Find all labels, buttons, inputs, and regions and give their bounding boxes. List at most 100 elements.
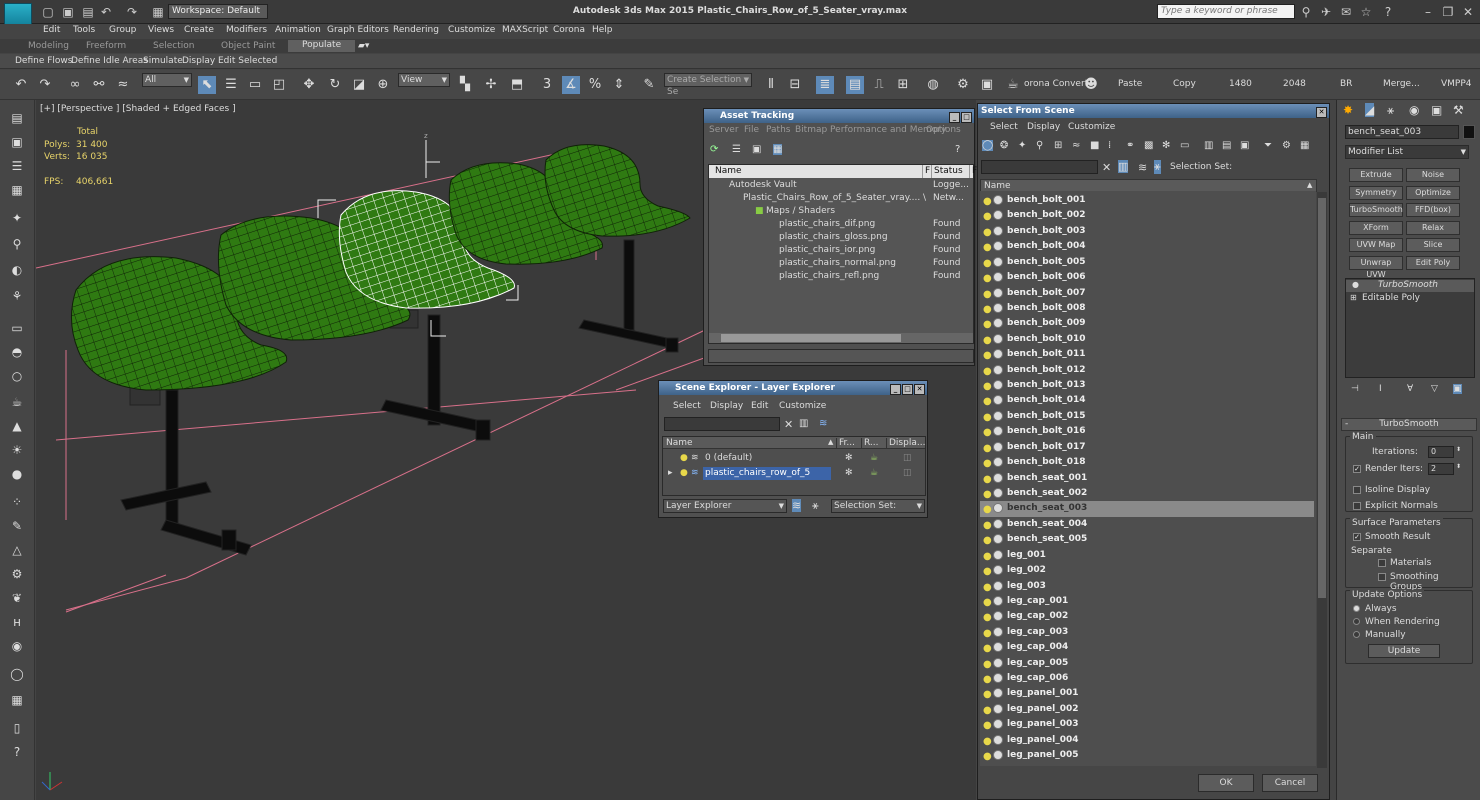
materials-checkbox[interactable] bbox=[1378, 559, 1386, 567]
filter-cameras-icon[interactable]: ⚲ bbox=[1036, 140, 1043, 151]
edit-selected-button[interactable]: Edit Selected bbox=[218, 56, 277, 66]
show-end-result-icon[interactable]: Ι bbox=[1379, 384, 1382, 394]
object-bulb-icon[interactable]: ● bbox=[983, 225, 992, 240]
edit-poly-button[interactable]: Edit Poly bbox=[1406, 256, 1460, 270]
menu-views[interactable]: Views bbox=[148, 25, 174, 35]
manually-radio[interactable] bbox=[1353, 631, 1360, 638]
sfs-list-item[interactable]: ● leg_panel_004 bbox=[980, 733, 1314, 748]
object-bulb-icon[interactable]: ● bbox=[983, 425, 992, 440]
ok-button[interactable]: OK bbox=[1198, 774, 1254, 792]
object-bulb-icon[interactable]: ● bbox=[983, 657, 992, 672]
paste-button[interactable]: Paste bbox=[1118, 79, 1142, 89]
menu-tools[interactable]: Tools bbox=[73, 25, 95, 35]
plane-side-icon[interactable]: ▭ bbox=[9, 320, 25, 336]
sfs-list-item[interactable]: ● leg_003 bbox=[980, 579, 1314, 594]
sfs-list-item[interactable]: ● bench_bolt_008 bbox=[980, 301, 1314, 316]
stack-item-editable-poly[interactable]: ⊞ Editable Poly bbox=[1346, 293, 1474, 305]
object-bulb-icon[interactable]: ● bbox=[983, 533, 992, 548]
ribbon-options-icon[interactable]: ▰▾ bbox=[358, 41, 369, 51]
object-visibility-icon[interactable] bbox=[993, 457, 1003, 468]
object-bulb-icon[interactable]: ● bbox=[983, 472, 992, 487]
object-bulb-icon[interactable]: ● bbox=[983, 580, 992, 595]
select-by-name-icon[interactable]: ☰ bbox=[222, 76, 240, 94]
communication-icon[interactable]: ✉ bbox=[1338, 4, 1354, 20]
list-view-icon[interactable]: ☰ bbox=[732, 144, 741, 155]
filter-frozen-icon[interactable]: ✻ bbox=[1162, 140, 1170, 151]
project-folder-icon[interactable]: ▦ bbox=[150, 4, 166, 20]
sfs-list-item[interactable]: ● bench_bolt_014 bbox=[980, 393, 1314, 408]
layer-display-icon[interactable]: ◫ bbox=[903, 467, 912, 480]
uvw-map-button[interactable]: UVW Map bbox=[1349, 238, 1403, 252]
redo-icon[interactable]: ↷ bbox=[124, 4, 140, 20]
minimize-icon[interactable]: – bbox=[1420, 4, 1436, 20]
width-1480-button[interactable]: 1480 bbox=[1229, 79, 1252, 89]
sfs-menu-customize[interactable]: Customize bbox=[1068, 122, 1115, 132]
rotate-icon[interactable]: ↻ bbox=[326, 76, 344, 94]
filter-lights-icon[interactable]: ✦ bbox=[1018, 140, 1026, 151]
filter-xrefs-icon[interactable]: ⁞ bbox=[1108, 140, 1111, 151]
sfs-list-item[interactable]: ● bench_seat_004 bbox=[980, 517, 1314, 532]
filter-bones-icon[interactable]: ⚭ bbox=[1126, 140, 1134, 151]
sfs-search-input[interactable] bbox=[981, 160, 1098, 174]
object-visibility-icon[interactable] bbox=[993, 688, 1003, 699]
se-menu-display[interactable]: Display bbox=[710, 401, 743, 411]
object-visibility-icon[interactable] bbox=[993, 703, 1003, 714]
object-visibility-icon[interactable] bbox=[993, 472, 1003, 483]
height-2048-button[interactable]: 2048 bbox=[1283, 79, 1306, 89]
iterations-spinner[interactable]: 0 bbox=[1428, 446, 1454, 458]
curve-editor-icon[interactable]: ⎍ bbox=[870, 76, 888, 94]
filter-helpers-icon[interactable]: ⊞ bbox=[1054, 140, 1062, 151]
asset-tracking-titlebar[interactable]: Asset Tracking _ □ bbox=[704, 109, 974, 123]
render-teapot-icon[interactable]: ☕ bbox=[1004, 76, 1022, 94]
menu-modifiers[interactable]: Modifiers bbox=[226, 25, 267, 35]
object-bulb-icon[interactable]: ● bbox=[983, 256, 992, 271]
object-visibility-icon[interactable] bbox=[993, 302, 1003, 313]
particles-side-icon[interactable]: ⁘ bbox=[9, 494, 25, 510]
object-name-field[interactable]: bench_seat_003 bbox=[1345, 125, 1459, 139]
object-bulb-icon[interactable]: ● bbox=[983, 194, 992, 209]
close-icon[interactable]: ✕ bbox=[1460, 4, 1476, 20]
light-side-icon[interactable]: ✦ bbox=[9, 210, 25, 226]
object-visibility-icon[interactable] bbox=[993, 272, 1003, 283]
align-icon[interactable]: ⊟ bbox=[786, 76, 804, 94]
menu-edit[interactable]: Edit bbox=[43, 25, 60, 35]
sfs-list-item[interactable]: ● bench_bolt_006 bbox=[980, 270, 1314, 285]
object-visibility-icon[interactable] bbox=[993, 750, 1003, 761]
object-bulb-icon[interactable]: ● bbox=[983, 518, 992, 533]
sfs-titlebar[interactable]: Select From Scene ✕ bbox=[978, 104, 1329, 118]
snaps-toggle-icon[interactable]: 3 bbox=[538, 76, 556, 94]
display-tab-icon[interactable]: ▣ bbox=[1431, 103, 1442, 117]
asset-row[interactable]: plastic_chairs_normal.png Found bbox=[709, 257, 973, 270]
layer-row[interactable]: ▸ ● ≋ plastic_chairs_row_of_5 ✻ ☕ ◫ bbox=[663, 467, 925, 480]
simulate-button[interactable]: Simulate bbox=[143, 56, 183, 66]
asset-row[interactable]: Plastic_Chairs_Row_of_5_Seater_vray.... \… bbox=[709, 192, 973, 205]
sfs-list-item[interactable]: ● leg_cap_003 bbox=[980, 625, 1314, 640]
filter-funnel-icon[interactable]: ⏷ bbox=[1264, 140, 1272, 151]
object-visibility-icon[interactable] bbox=[993, 287, 1003, 298]
object-visibility-icon[interactable] bbox=[993, 503, 1003, 514]
object-bulb-icon[interactable]: ● bbox=[983, 718, 992, 733]
object-visibility-icon[interactable] bbox=[993, 534, 1003, 545]
object-visibility-icon[interactable] bbox=[993, 626, 1003, 637]
select-object-icon[interactable]: ⬉ bbox=[198, 76, 216, 94]
help-side-icon[interactable]: ? bbox=[9, 744, 25, 760]
object-visibility-icon[interactable] bbox=[993, 241, 1003, 252]
place-icon[interactable]: ⊕ bbox=[374, 76, 392, 94]
col-status[interactable]: Status bbox=[931, 165, 963, 178]
sfs-list-item[interactable]: ● leg_002 bbox=[980, 563, 1314, 578]
unlink-icon[interactable]: ⚯ bbox=[90, 76, 108, 94]
create-tab-icon[interactable]: ✸ bbox=[1343, 103, 1353, 117]
sfs-list-item[interactable]: ● leg_panel_003 bbox=[980, 717, 1314, 732]
object-visibility-icon[interactable] bbox=[993, 426, 1003, 437]
asset-row[interactable]: plastic_chairs_gloss.png Found bbox=[709, 231, 973, 244]
object-visibility-icon[interactable] bbox=[993, 333, 1003, 344]
object-bulb-icon[interactable]: ● bbox=[983, 749, 992, 764]
sfs-layer-icon[interactable]: ≋ bbox=[1138, 161, 1147, 174]
sfs-list-item[interactable]: ● bench_bolt_001 bbox=[980, 193, 1314, 208]
link-icon[interactable]: ∞ bbox=[66, 76, 84, 94]
sfs-list-item[interactable]: ● leg_cap_001 bbox=[980, 594, 1314, 609]
cone-side-icon[interactable]: ▲ bbox=[9, 418, 25, 434]
menu-rendering[interactable]: Rendering bbox=[393, 25, 439, 35]
se-layer-mode-icon[interactable]: ≋ bbox=[792, 499, 802, 512]
search-binoculars-icon[interactable]: ⚲ bbox=[1298, 4, 1314, 20]
